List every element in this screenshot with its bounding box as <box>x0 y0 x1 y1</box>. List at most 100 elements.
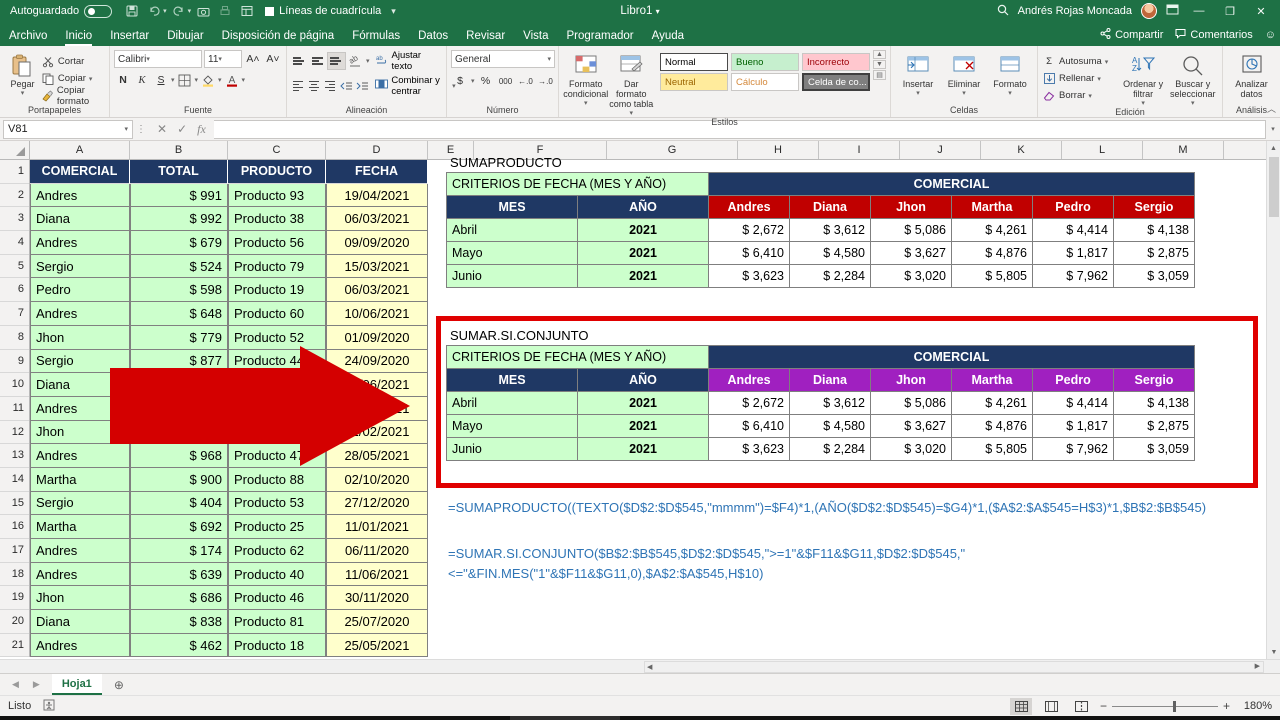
format-as-table-chevron-down-icon[interactable]: ▾ <box>629 110 633 118</box>
find-select-button[interactable]: Buscar y seleccionar ▾ <box>1167 50 1218 107</box>
cell-A21[interactable]: Andres <box>30 633 130 658</box>
print-preview-icon[interactable] <box>215 2 235 20</box>
gridlines-checkbox-icon[interactable] <box>265 6 275 16</box>
name-box-chevron-down-icon[interactable]: ▾ <box>124 125 128 133</box>
row-header-14[interactable]: 14 <box>0 468 29 492</box>
cell-A7[interactable]: Andres <box>30 302 130 326</box>
tab-ayuda[interactable]: Ayuda <box>643 30 693 46</box>
document-title-chevron-icon[interactable]: ▾ <box>656 7 660 16</box>
increase-font-size-icon[interactable]: A˄ <box>244 50 262 68</box>
underline-chevron-down-icon[interactable]: ▾ <box>171 76 175 84</box>
sheet-next-icon[interactable]: ▶ <box>33 679 40 690</box>
copy-chevron-down-icon[interactable]: ▾ <box>89 75 93 83</box>
format-as-table-button[interactable]: Dar formato como tabla ▾ <box>609 50 655 117</box>
row-header-1[interactable]: 1 <box>0 160 29 184</box>
cell-B14[interactable]: $ 900 <box>130 467 228 492</box>
cell-B6[interactable]: $ 598 <box>130 278 228 303</box>
clear-button[interactable]: Borrar ▾ <box>1042 87 1119 104</box>
increase-decimal-icon[interactable]: ←.0 <box>517 72 535 90</box>
align-center-icon[interactable] <box>307 78 321 94</box>
zoom-in-icon[interactable]: + <box>1223 699 1230 713</box>
insert-function-icon[interactable]: fx <box>197 122 206 137</box>
zoom-slider[interactable]: − + <box>1100 699 1230 713</box>
cell-C14[interactable]: Producto 88 <box>228 467 326 492</box>
tab-inicio[interactable]: Inicio <box>56 30 101 46</box>
cell-B1[interactable]: TOTAL <box>130 160 228 184</box>
italic-button[interactable]: K <box>133 71 151 89</box>
cell-D5[interactable]: 15/03/2021 <box>326 254 428 279</box>
paste-chevron-down-icon[interactable]: ▾ <box>21 90 25 98</box>
cell-A18[interactable]: Andres <box>30 562 130 587</box>
tab-formulas[interactable]: Fórmulas <box>343 30 409 46</box>
cell-D17[interactable]: 06/11/2020 <box>326 539 428 563</box>
style-celda-de-comprobacion[interactable]: Celda de co... <box>802 73 870 91</box>
cell-B20[interactable]: $ 838 <box>130 610 228 634</box>
gridlines-toggle[interactable]: Líneas de cuadrícula <box>265 5 381 17</box>
add-sheet-icon[interactable]: ⊕ <box>102 678 136 692</box>
zoom-out-icon[interactable]: − <box>1100 699 1107 713</box>
row-header-17[interactable]: 17 <box>0 539 29 563</box>
cell-B15[interactable]: $ 404 <box>130 491 228 516</box>
sort-filter-chevron-down-icon[interactable]: ▾ <box>1141 100 1145 108</box>
bold-button[interactable]: N <box>114 71 132 89</box>
row-header-5[interactable]: 5 <box>0 255 29 279</box>
restore-button[interactable]: ❐ <box>1219 5 1241 18</box>
cell-D7[interactable]: 10/06/2021 <box>326 302 428 326</box>
row-header-4[interactable]: 4 <box>0 231 29 255</box>
font-name-input[interactable]: Calibri ▾ <box>114 50 202 68</box>
conditional-format-chevron-down-icon[interactable]: ▾ <box>584 100 588 108</box>
font-name-chevron-down-icon[interactable]: ▾ <box>146 55 150 63</box>
accessibility-icon[interactable] <box>43 699 55 714</box>
taskbar-app-libro1-excel[interactable]: X Libro1 - Excel <box>509 716 620 720</box>
cell-C7[interactable]: Producto 60 <box>228 302 326 326</box>
fill-chevron-down-icon[interactable]: ▾ <box>1097 75 1101 83</box>
browser-app-icon[interactable] <box>466 716 510 720</box>
cell-A1[interactable]: COMERCIAL <box>30 160 130 184</box>
vertical-scrollbar[interactable]: ▲ ▼ <box>1266 141 1280 659</box>
format-cells-chevron-down-icon[interactable]: ▾ <box>1008 90 1012 98</box>
merge-center-button[interactable]: Combinar y centrar ▾ <box>375 75 456 97</box>
number-format-select[interactable]: General ▾ <box>451 50 555 68</box>
cell-D3[interactable]: 06/03/2021 <box>326 207 428 232</box>
cell-C2[interactable]: Producto 93 <box>228 183 326 208</box>
number-format-chevron-down-icon[interactable]: ▾ <box>547 55 551 63</box>
row-header-20[interactable]: 20 <box>0 610 29 634</box>
scroll-down-icon[interactable]: ▼ <box>1267 645 1280 659</box>
task-view-icon[interactable] <box>132 716 176 720</box>
row-header-16[interactable]: 16 <box>0 515 29 539</box>
cell-E19[interactable] <box>428 586 1280 610</box>
row-header-21[interactable]: 21 <box>0 634 29 658</box>
analyze-data-button[interactable]: Analizar datos <box>1227 50 1276 100</box>
cell-A3[interactable]: Diana <box>30 207 130 232</box>
cell-B7[interactable]: $ 648 <box>130 302 228 326</box>
row-header-6[interactable]: 6 <box>0 278 29 303</box>
search-icon[interactable] <box>997 4 1009 19</box>
cortana-circle-icon[interactable] <box>88 716 132 720</box>
conditional-format-button[interactable]: Formato condicional ▾ <box>563 50 609 107</box>
cell-A2[interactable]: Andres <box>30 183 130 208</box>
cell-A16[interactable]: Martha <box>30 515 130 539</box>
sort-filter-button[interactable]: AZ Ordenar y filtrar ▾ <box>1119 50 1168 107</box>
column-header-D[interactable]: D <box>326 141 428 159</box>
column-header-B[interactable]: B <box>130 141 228 159</box>
font-size-chevron-down-icon[interactable]: ▾ <box>218 55 222 63</box>
cell-A19[interactable]: Jhon <box>30 586 130 611</box>
calculator-icon[interactable] <box>378 716 422 720</box>
insert-cells-button[interactable]: Insertar ▾ <box>895 50 941 98</box>
zoom-level[interactable]: 180% <box>1238 700 1272 712</box>
row-header-13[interactable]: 13 <box>0 444 29 468</box>
row-header-15[interactable]: 15 <box>0 492 29 516</box>
style-calculo[interactable]: Cálculo <box>731 73 799 91</box>
tab-disposicion-de-pagina[interactable]: Disposición de página <box>213 30 344 46</box>
align-left-icon[interactable] <box>291 78 305 94</box>
expand-formula-bar-icon[interactable]: ▾ <box>1266 125 1280 133</box>
zoom-track[interactable] <box>1112 700 1218 712</box>
cell-A4[interactable]: Andres <box>30 231 130 255</box>
feedback-smiley-icon[interactable]: ☺ <box>1265 29 1276 41</box>
collapse-ribbon-icon[interactable]: ︿ <box>1267 102 1276 115</box>
borders-chevron-down-icon[interactable]: ▾ <box>195 76 199 84</box>
cell-C4[interactable]: Producto 56 <box>228 231 326 255</box>
horizontal-scrollbar[interactable]: ◀ ▶ <box>644 660 1264 673</box>
cell-C5[interactable]: Producto 79 <box>228 254 326 279</box>
cell-E21[interactable] <box>428 634 1280 658</box>
